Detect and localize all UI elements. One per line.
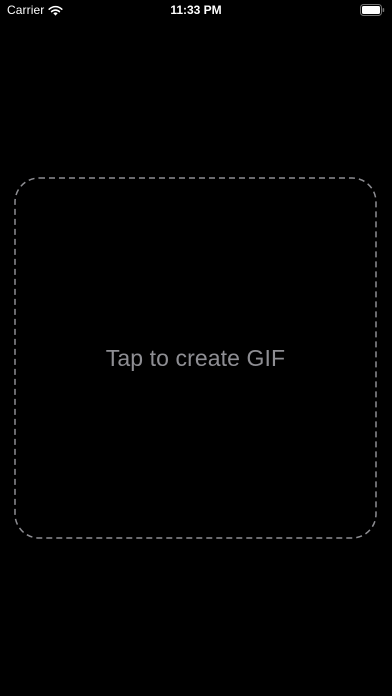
dropzone-label: Tap to create GIF	[14, 177, 377, 539]
battery-icon	[360, 4, 385, 16]
create-gif-dropzone[interactable]: Tap to create GIF	[14, 177, 377, 539]
dropzone-label-text: Tap to create GIF	[105, 344, 286, 371]
status-bar: Carrier 11:33 PM	[0, 0, 392, 20]
status-time: 11:33 PM	[170, 3, 222, 17]
